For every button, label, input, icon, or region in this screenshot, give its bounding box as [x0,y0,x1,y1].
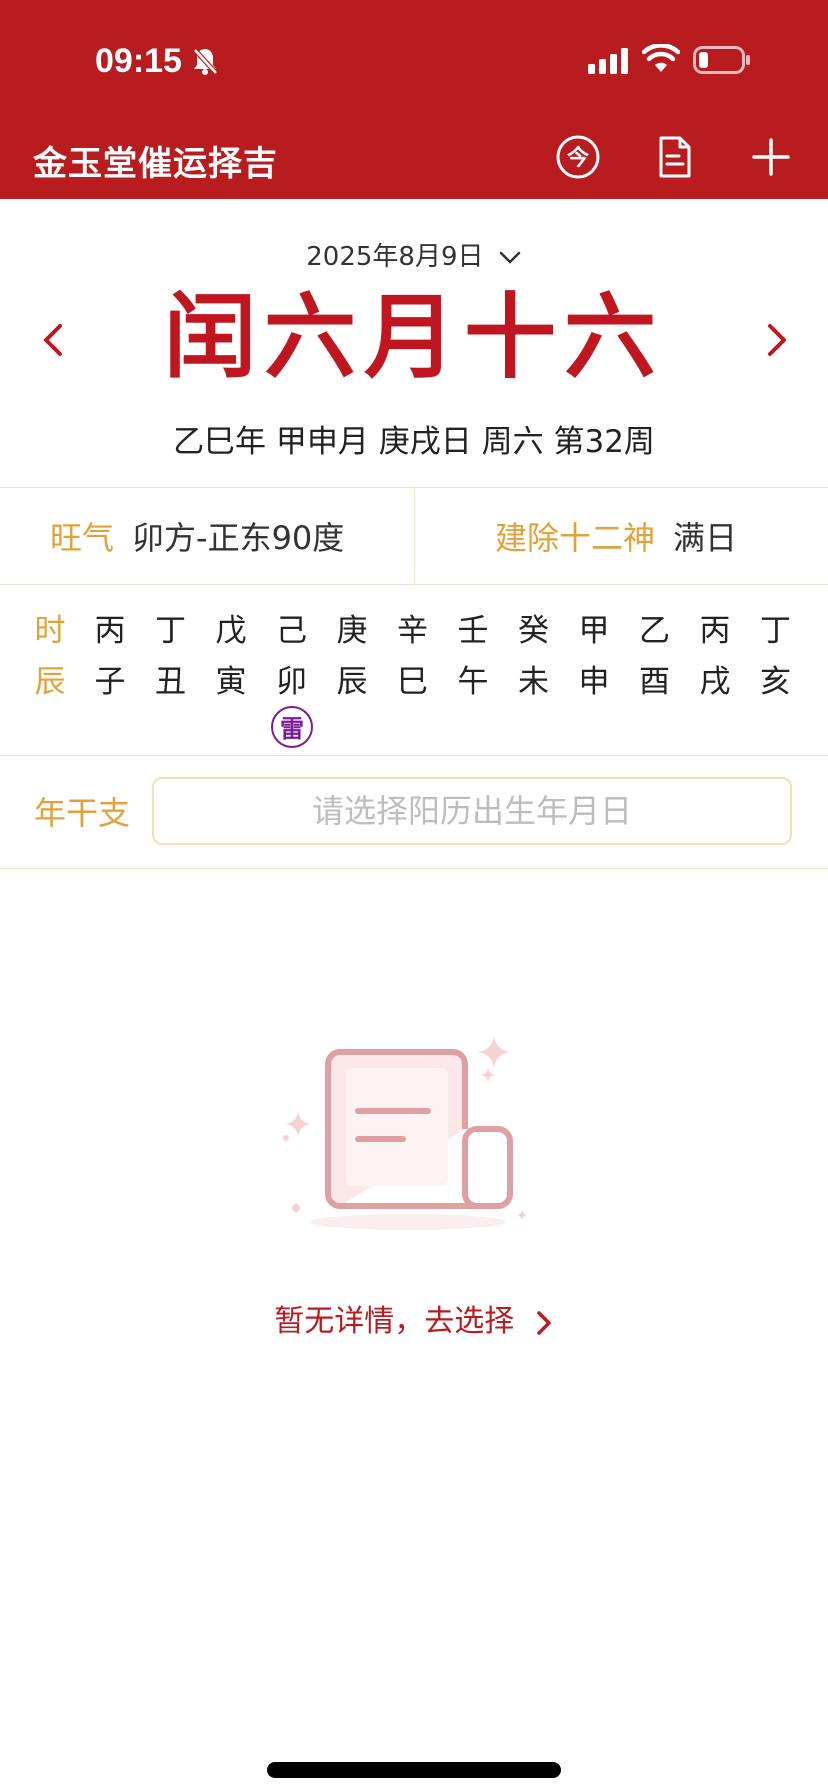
divider [414,488,415,584]
lei-badge: 雷 [271,706,313,748]
home-indicator [267,1762,561,1778]
date-selector[interactable]: 2025年8月9日 [0,236,828,273]
hour-branch-cell[interactable]: 亥 [751,662,801,702]
jianchu-cell: 建除十二神 满日 [495,488,737,584]
branch-row-label: 辰 [34,664,66,700]
hour-branch-cell[interactable]: 申 [569,662,619,702]
empty-document-illustration [283,1036,527,1230]
wangqi-label: 旺气 [50,519,115,557]
wangqi-cell: 旺气 卯方-正东90度 [50,488,344,584]
cellular-signal-icon [588,48,628,74]
hour-branches-row: 辰 子丑寅卯辰巳午未申酉戌亥 [0,662,828,702]
document-button[interactable] [652,134,698,180]
hour-branch-cell[interactable]: 戌 [690,662,740,702]
today-glyph: 今 [567,145,589,171]
hour-stem-cell: 庚 [336,613,368,649]
hour-stem-cell: 甲 [578,613,610,649]
jianchu-label: 建除十二神 [495,519,656,557]
app-title: 金玉堂催运择吉 [33,144,278,184]
status-time: 09:15 [95,42,182,80]
hour-stem-cell: 己 [276,613,307,649]
plus-icon [752,138,790,176]
divider [0,868,828,869]
chevron-down-icon [499,251,521,264]
jianchu-value: 满日 [673,519,738,557]
hour-branch-cell[interactable]: 辰 [327,662,377,702]
birth-date-input[interactable]: 请选择阳历出生年月日 [152,777,792,845]
hour-stem-cell: 戊 [215,613,247,649]
hour-branch-cell[interactable]: 酉 [630,662,680,702]
hour-branch-cell[interactable]: 午 [448,662,498,702]
document-icon [659,136,691,178]
hour-branch-cell[interactable]: 卯 [267,662,317,702]
divider [0,584,828,585]
hour-stem-cell: 丁 [760,613,791,649]
hour-stem-cell: 丙 [699,613,731,649]
hour-stem-cell: 丁 [155,613,186,649]
hour-stem-cell: 丙 [94,613,126,649]
today-button[interactable]: 今 [555,134,601,180]
next-day-button[interactable] [756,318,796,362]
wangqi-value: 卯方-正东90度 [132,519,345,557]
add-button[interactable] [748,134,794,180]
hour-branch-cell[interactable]: 未 [509,662,559,702]
stem-row-label: 时 [34,613,66,649]
birth-row: 年干支 请选择阳历出生年月日 [0,756,828,868]
hour-stem-cell: 辛 [397,613,428,649]
chevron-right-icon [768,324,786,356]
hour-branch-cell[interactable]: 寅 [206,662,256,702]
hour-branch-cell[interactable]: 丑 [146,662,196,702]
hour-branch-cell[interactable]: 子 [85,662,135,702]
go-select-link[interactable]: 暂无详情，去选择 [0,1296,828,1340]
hour-stem-cell: 乙 [639,613,670,649]
solar-date: 2025年8月9日 [306,242,484,272]
hour-branch-cell[interactable]: 巳 [388,662,438,702]
wifi-icon [642,44,680,72]
lunar-date: 闰六月十六 [163,284,664,391]
app-header: 09:15 金玉堂催运择吉 今 [0,0,828,199]
today-icon: 今 [556,135,600,179]
ganzhi-line: 乙巳年 甲申月 庚戌日 周六 第32周 [173,424,655,460]
battery-low-icon [693,46,750,74]
chevron-right-icon [537,1310,551,1335]
hour-stem-cell: 癸 [518,613,549,649]
empty-state-text: 暂无详情，去选择 [274,1304,515,1339]
hour-stem-cell: 壬 [457,613,489,649]
hour-stems-row: 时 丙丁戊己庚辛壬癸甲乙丙丁 [0,611,828,651]
birth-label: 年干支 [34,794,131,832]
bell-muted-icon [193,48,218,75]
